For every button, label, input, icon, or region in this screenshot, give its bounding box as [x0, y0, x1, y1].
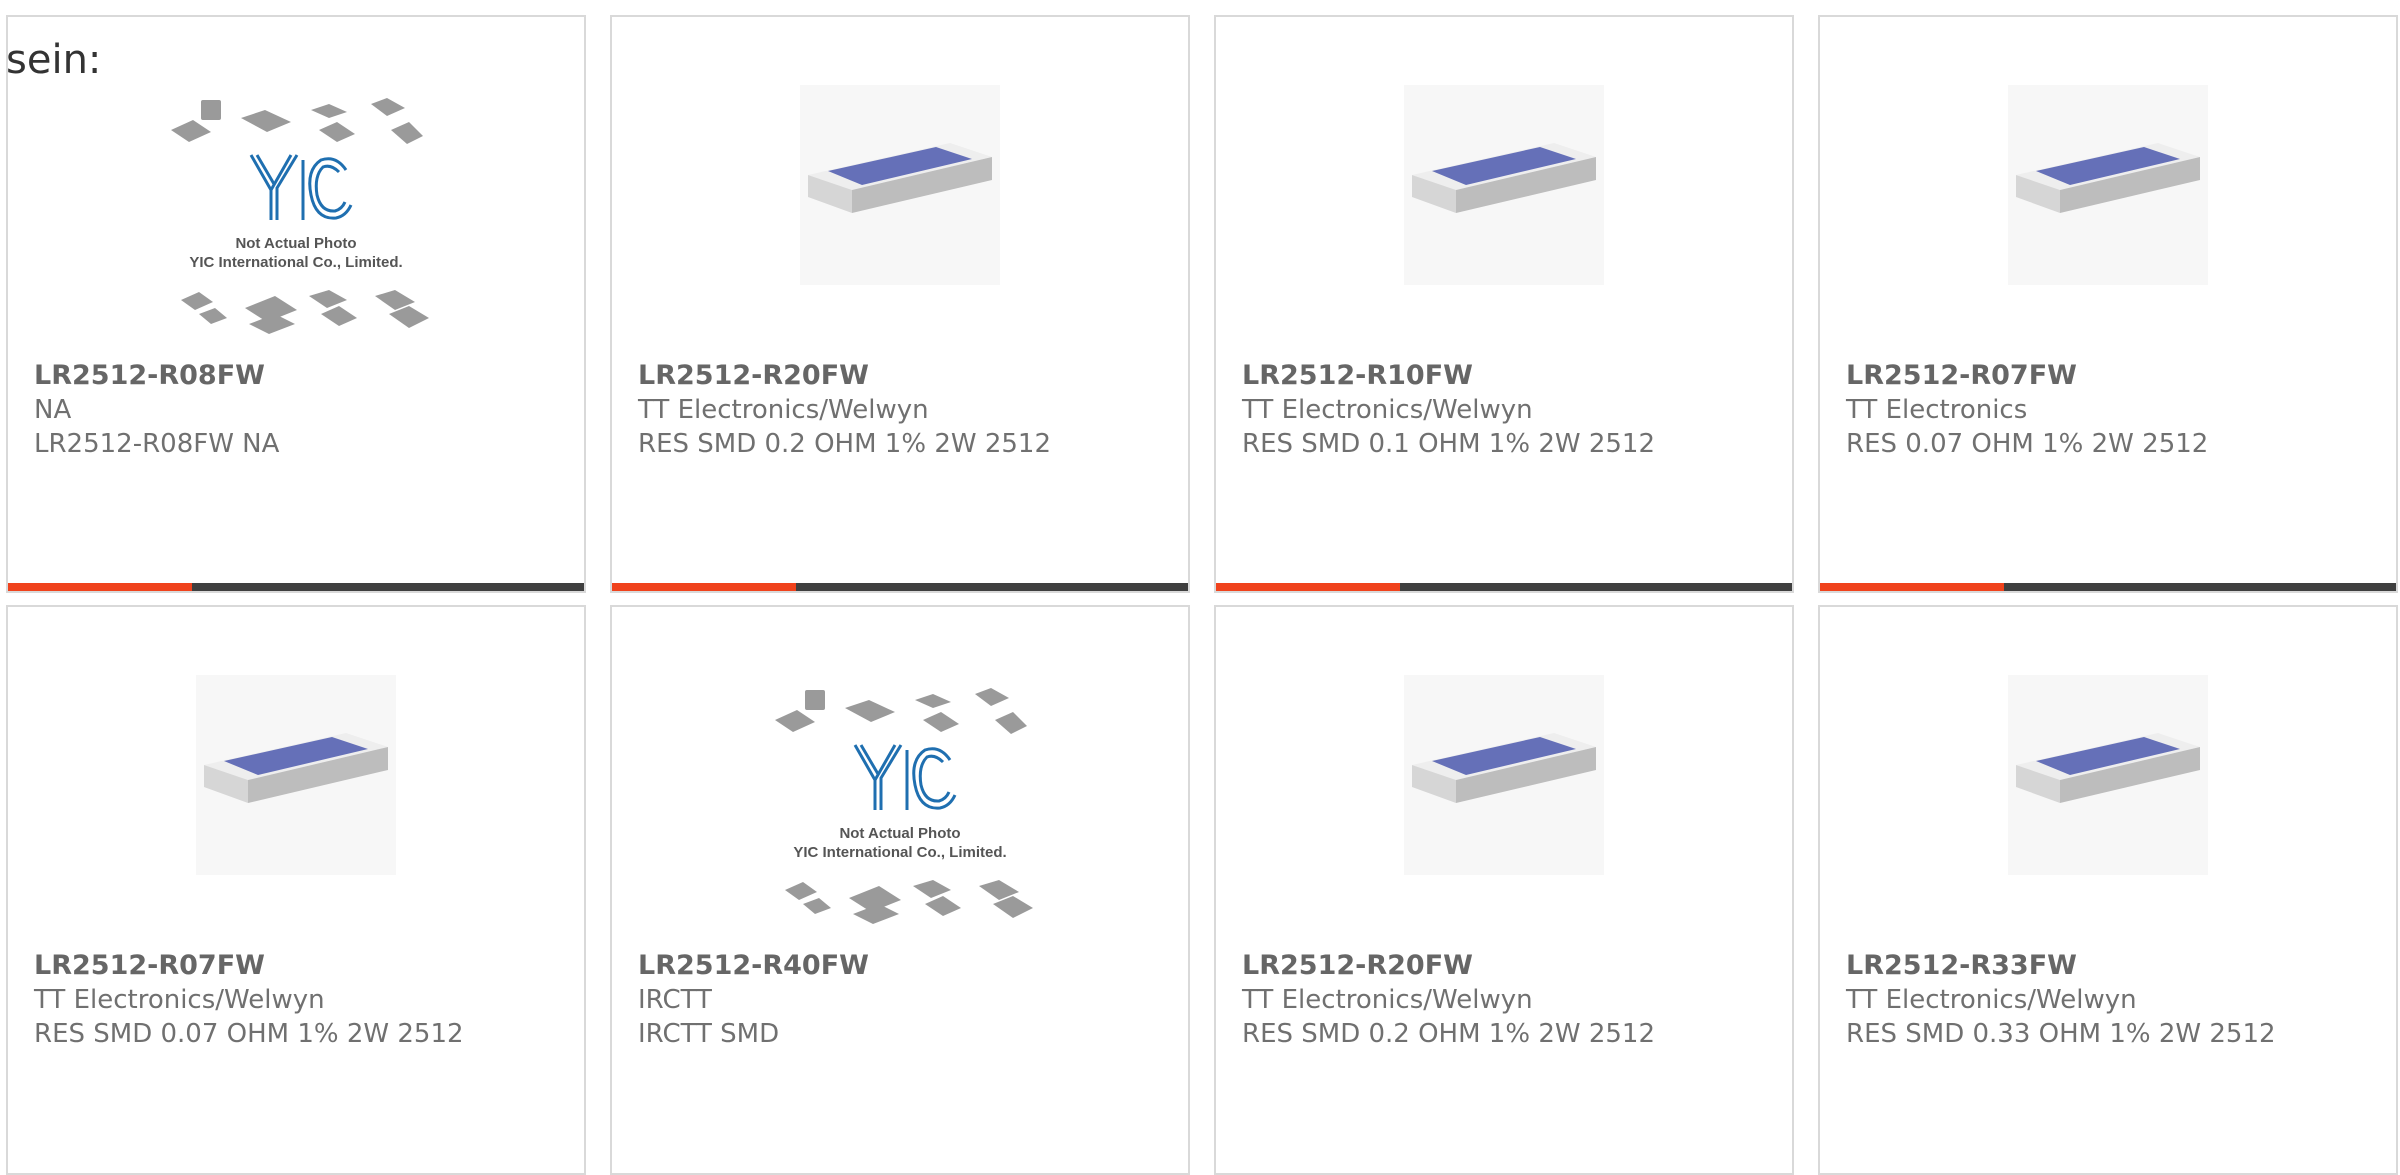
smd-resistor-icon — [1404, 675, 1604, 875]
product-image[interactable]: Not Actual Photo YIC International Co., … — [8, 85, 584, 365]
part-number-link[interactable]: LR2512-R20FW — [638, 359, 1051, 393]
part-number-link[interactable]: LR2512-R33FW — [1846, 949, 2276, 983]
card-accent — [1216, 583, 1400, 591]
card-accent — [8, 583, 192, 591]
description: RES 0.07 OHM 1% 2W 2512 — [1846, 429, 2209, 459]
product-card[interactable]: LR2512-R07FW TT Electronics RES 0.07 OHM… — [1818, 15, 2398, 593]
product-card[interactable]: Not Actual Photo YIC International Co., … — [6, 15, 586, 593]
product-image[interactable]: Not Actual Photo YIC International Co., … — [612, 675, 1188, 955]
part-number-link[interactable]: LR2512-R07FW — [34, 949, 464, 983]
lead-text: sein: — [6, 37, 102, 83]
product-image[interactable] — [8, 675, 584, 955]
description: RES SMD 0.1 OHM 1% 2W 2512 — [1242, 429, 1656, 459]
placeholder-caption-2: YIC International Co., Limited. — [189, 254, 402, 271]
manufacturer: TT Electronics/Welwyn — [638, 395, 929, 425]
part-number-link[interactable]: LR2512-R08FW — [34, 359, 279, 393]
placeholder-caption-1: Not Actual Photo — [839, 825, 960, 842]
manufacturer: TT Electronics — [1846, 395, 2028, 425]
placeholder-caption-1: Not Actual Photo — [235, 235, 356, 252]
product-card[interactable]: LR2512-R07FW TT Electronics/Welwyn RES S… — [6, 605, 586, 1175]
description: LR2512-R08FW NA — [34, 429, 280, 459]
card-footer-bar — [8, 583, 584, 591]
product-card[interactable]: LR2512-R10FW TT Electronics/Welwyn RES S… — [1214, 15, 1794, 593]
part-number-link[interactable]: LR2512-R40FW — [638, 949, 869, 983]
product-image[interactable] — [1216, 85, 1792, 365]
smd-resistor-icon — [800, 85, 1000, 285]
product-card[interactable]: Not Actual Photo YIC International Co., … — [610, 605, 1190, 1175]
part-number-link[interactable]: LR2512-R07FW — [1846, 359, 2208, 393]
product-card[interactable]: LR2512-R20FW TT Electronics/Welwyn RES S… — [1214, 605, 1794, 1175]
product-image[interactable] — [612, 85, 1188, 365]
card-accent — [1820, 583, 2004, 591]
description: RES SMD 0.33 OHM 1% 2W 2512 — [1846, 1019, 2276, 1049]
card-footer-bar — [1820, 583, 2396, 591]
smd-resistor-icon — [1404, 85, 1604, 285]
yic-placeholder-icon: Not Actual Photo YIC International Co., … — [773, 686, 1035, 926]
manufacturer: TT Electronics/Welwyn — [1846, 985, 2137, 1015]
product-image[interactable] — [1216, 675, 1792, 955]
description: RES SMD 0.07 OHM 1% 2W 2512 — [34, 1019, 464, 1049]
description: IRCTT SMD — [638, 1019, 780, 1049]
part-number-link[interactable]: LR2512-R20FW — [1242, 949, 1655, 983]
smd-resistor-icon — [196, 675, 396, 875]
yic-placeholder-icon: Not Actual Photo YIC International Co., … — [169, 96, 431, 336]
part-number-link[interactable]: LR2512-R10FW — [1242, 359, 1655, 393]
smd-resistor-icon — [2008, 85, 2208, 285]
manufacturer: TT Electronics/Welwyn — [34, 985, 325, 1015]
manufacturer: TT Electronics/Welwyn — [1242, 395, 1533, 425]
product-card[interactable]: LR2512-R20FW TT Electronics/Welwyn RES S… — [610, 15, 1190, 593]
manufacturer: TT Electronics/Welwyn — [1242, 985, 1533, 1015]
manufacturer: IRCTT — [638, 985, 712, 1015]
smd-resistor-icon — [2008, 675, 2208, 875]
card-footer-bar — [612, 583, 1188, 591]
description: RES SMD 0.2 OHM 1% 2W 2512 — [638, 429, 1052, 459]
manufacturer: NA — [34, 395, 72, 425]
card-accent — [612, 583, 796, 591]
product-card[interactable]: LR2512-R33FW TT Electronics/Welwyn RES S… — [1818, 605, 2398, 1175]
product-image[interactable] — [1820, 85, 2396, 365]
description: RES SMD 0.2 OHM 1% 2W 2512 — [1242, 1019, 1656, 1049]
placeholder-caption-2: YIC International Co., Limited. — [793, 844, 1006, 861]
product-image[interactable] — [1820, 675, 2396, 955]
card-footer-bar — [1216, 583, 1792, 591]
